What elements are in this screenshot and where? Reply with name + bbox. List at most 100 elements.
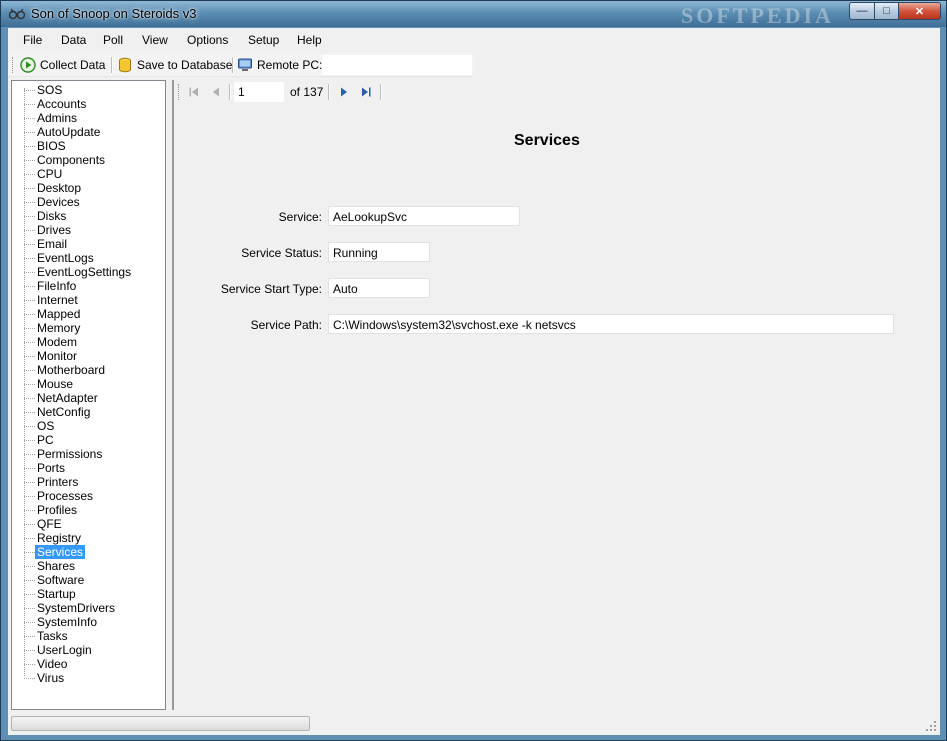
service-label: Service: (278, 210, 322, 224)
tree-item-admins[interactable]: Admins (12, 111, 162, 125)
tree-item-eventlogs[interactable]: EventLogs (12, 251, 162, 265)
menu-data[interactable]: Data (61, 33, 86, 47)
report-viewer: of 137 Services Service: AeLookupSvc (172, 80, 940, 710)
last-page-button[interactable] (358, 84, 374, 100)
tree-connector (24, 90, 35, 91)
tree-item-registry[interactable]: Registry (12, 531, 162, 545)
next-page-button[interactable] (336, 84, 352, 100)
tree-item-email[interactable]: Email (12, 237, 162, 251)
service-start-type-value: Auto (328, 278, 430, 298)
report-navigator: of 137 (174, 80, 940, 104)
tree-item-cpu[interactable]: CPU (12, 167, 162, 181)
tree-item-autoupdate[interactable]: AutoUpdate (12, 125, 162, 139)
tree-item-disks[interactable]: Disks (12, 209, 162, 223)
tree-item-userlogin[interactable]: UserLogin (12, 643, 162, 657)
remote-pc-label-group: Remote PC: (237, 55, 322, 75)
tree-item-sos[interactable]: SOS (12, 83, 162, 97)
tree-item-modem[interactable]: Modem (12, 335, 162, 349)
collect-data-button[interactable]: Collect Data (20, 55, 105, 75)
tree-item-label: BIOS (37, 139, 66, 153)
tree-item-tasks[interactable]: Tasks (12, 629, 162, 643)
tree-item-services[interactable]: Services (12, 545, 162, 559)
service-path-label: Service Path: (250, 318, 322, 332)
tree-item-shares[interactable]: Shares (12, 559, 162, 573)
client-area: File Data Poll View Options Setup Help C… (8, 28, 940, 735)
tree-item-label: Virus (37, 671, 65, 685)
tree-connector (24, 636, 35, 637)
tree-item-accounts[interactable]: Accounts (12, 97, 162, 111)
tree-item-os[interactable]: OS (12, 419, 162, 433)
tree-connector (24, 412, 35, 413)
tree-item-label: Permissions (37, 447, 103, 461)
category-tree[interactable]: SOS Accounts Admins AutoUpdate BIOS Component… (11, 80, 166, 710)
tree-item-label: Internet (37, 293, 78, 307)
tree-item-eventlogsettings[interactable]: EventLogSettings (12, 265, 162, 279)
tree-item-label: SOS (37, 83, 63, 97)
title-bar[interactable]: Son of Snoop on Steroids v3 SOFTPEDIA — … (1, 1, 946, 28)
tree-item-software[interactable]: Software (12, 573, 162, 587)
tree-connector (24, 440, 35, 441)
window-title: Son of Snoop on Steroids v3 (31, 6, 197, 21)
tree-item-systeminfo[interactable]: SystemInfo (12, 615, 162, 629)
tree-item-video[interactable]: Video (12, 657, 162, 671)
menu-view[interactable]: View (142, 33, 168, 47)
tree-item-label: Monitor (37, 349, 78, 363)
first-page-button[interactable] (186, 84, 202, 100)
tree-item-systemdrivers[interactable]: SystemDrivers (12, 601, 162, 615)
tree-item-mapped[interactable]: Mapped (12, 307, 162, 321)
tree-item-memory[interactable]: Memory (12, 321, 162, 335)
navigator-grip[interactable] (178, 84, 181, 100)
tree-connector (24, 258, 35, 259)
tree-item-profiles[interactable]: Profiles (12, 503, 162, 517)
menu-file[interactable]: File (23, 33, 42, 47)
tree-item-monitor[interactable]: Monitor (12, 349, 162, 363)
tree-item-components[interactable]: Components (12, 153, 162, 167)
tree-item-label: Memory (37, 321, 81, 335)
menu-options[interactable]: Options (187, 33, 228, 47)
tree-connector (24, 594, 35, 595)
tree-item-pc[interactable]: PC (12, 433, 162, 447)
tree-item-bios[interactable]: BIOS (12, 139, 162, 153)
previous-page-button[interactable] (208, 84, 224, 100)
tree-item-label: EventLogSettings (37, 265, 132, 279)
menu-poll[interactable]: Poll (103, 33, 123, 47)
page-number-input[interactable] (234, 82, 284, 102)
menu-help[interactable]: Help (297, 33, 322, 47)
tree-item-devices[interactable]: Devices (12, 195, 162, 209)
tree-connector (24, 398, 35, 399)
tree-connector (24, 202, 35, 203)
tree-item-printers[interactable]: Printers (12, 475, 162, 489)
minimize-button[interactable]: — (849, 2, 875, 20)
close-button[interactable]: ✕ (898, 2, 941, 20)
first-page-icon (189, 87, 198, 97)
tree-item-label: Ports (37, 461, 66, 475)
tree-item-ports[interactable]: Ports (12, 461, 162, 475)
tree-connector (24, 216, 35, 217)
save-to-database-button[interactable]: Save to Database (117, 55, 232, 75)
tree-item-qfe[interactable]: QFE (12, 517, 162, 531)
remote-pc-input[interactable] (322, 55, 472, 75)
tree-item-netconfig[interactable]: NetConfig (12, 405, 162, 419)
service-path-value: C:\Windows\system32\svchost.exe -k netsv… (328, 314, 894, 334)
status-bar (8, 713, 940, 735)
menu-setup[interactable]: Setup (248, 33, 279, 47)
tree-item-virus[interactable]: Virus (12, 671, 162, 685)
tree-item-netadapter[interactable]: NetAdapter (12, 391, 162, 405)
tree-connector (24, 468, 35, 469)
tree-item-drives[interactable]: Drives (12, 223, 162, 237)
tree-item-mouse[interactable]: Mouse (12, 377, 162, 391)
toolbar-grip[interactable] (12, 57, 15, 73)
tree-item-motherboard[interactable]: Motherboard (12, 363, 162, 377)
tree-connector (24, 160, 35, 161)
resize-grip-icon[interactable] (925, 720, 937, 732)
tree-item-permissions[interactable]: Permissions (12, 447, 162, 461)
tree-item-label: PC (37, 433, 54, 447)
tree-item-desktop[interactable]: Desktop (12, 181, 162, 195)
maximize-button[interactable]: □ (874, 2, 899, 20)
tree-item-fileinfo[interactable]: FileInfo (12, 279, 162, 293)
tree-item-processes[interactable]: Processes (12, 489, 162, 503)
tree-item-label: Desktop (37, 181, 82, 195)
tree-item-startup[interactable]: Startup (12, 587, 162, 601)
previous-page-icon (213, 87, 219, 97)
tree-item-internet[interactable]: Internet (12, 293, 162, 307)
